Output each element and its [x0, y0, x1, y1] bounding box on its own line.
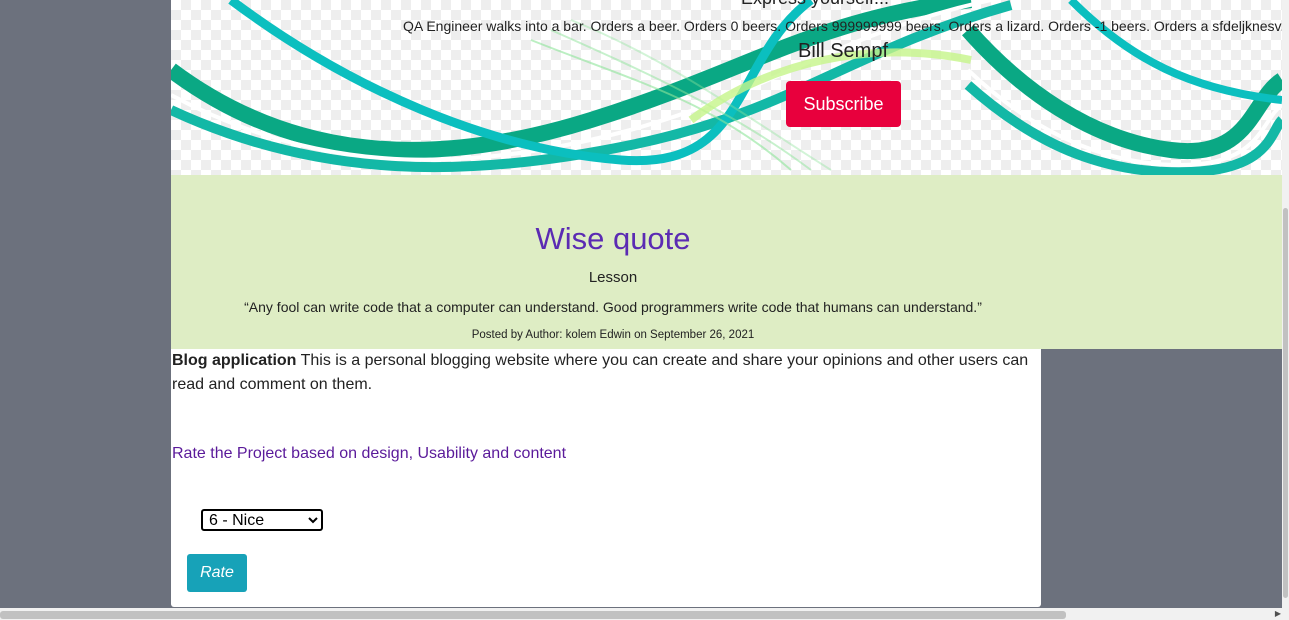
quote-section: Wise quote Lesson “Any fool can write co… — [171, 175, 1282, 349]
quote-category: Lesson — [588, 269, 638, 286]
rate-button[interactable]: Rate — [187, 554, 247, 592]
banner-tagline: Express yourself... — [741, 0, 889, 9]
project-description-text: This is a personal blogging website wher… — [172, 352, 1029, 393]
scroll-right-arrow-icon[interactable]: ▶ — [1272, 608, 1284, 620]
rating-select[interactable]: 6 - Nice — [201, 509, 323, 531]
project-card: Blog application This is a personal blog… — [171, 349, 1041, 607]
horizontal-scrollbar[interactable]: ▶ — [0, 608, 1289, 620]
subscribe-button[interactable]: Subscribe — [786, 81, 901, 127]
horizontal-scrollbar-thumb[interactable] — [0, 611, 1066, 619]
vertical-scrollbar-thumb[interactable] — [1283, 208, 1288, 598]
project-name: Blog application — [172, 352, 297, 369]
vertical-scrollbar[interactable] — [1282, 0, 1289, 608]
hero-banner: Express yourself... QA Engineer walks in… — [171, 0, 1282, 175]
rate-prompt: Rate the Project based on design, Usabil… — [172, 445, 567, 462]
project-description: Blog application This is a personal blog… — [172, 349, 1038, 397]
quote-title: Wise quote — [535, 221, 691, 256]
quote-text: “Any fool can write code that a computer… — [244, 299, 982, 315]
quote-meta: Posted by Author: kolem Edwin on Septemb… — [471, 329, 755, 341]
scrolling-joke-text: QA Engineer walks into a bar. Orders a b… — [403, 18, 1282, 34]
banner-author: Bill Sempf — [797, 40, 889, 62]
page-container: Express yourself... QA Engineer walks in… — [171, 0, 1282, 608]
